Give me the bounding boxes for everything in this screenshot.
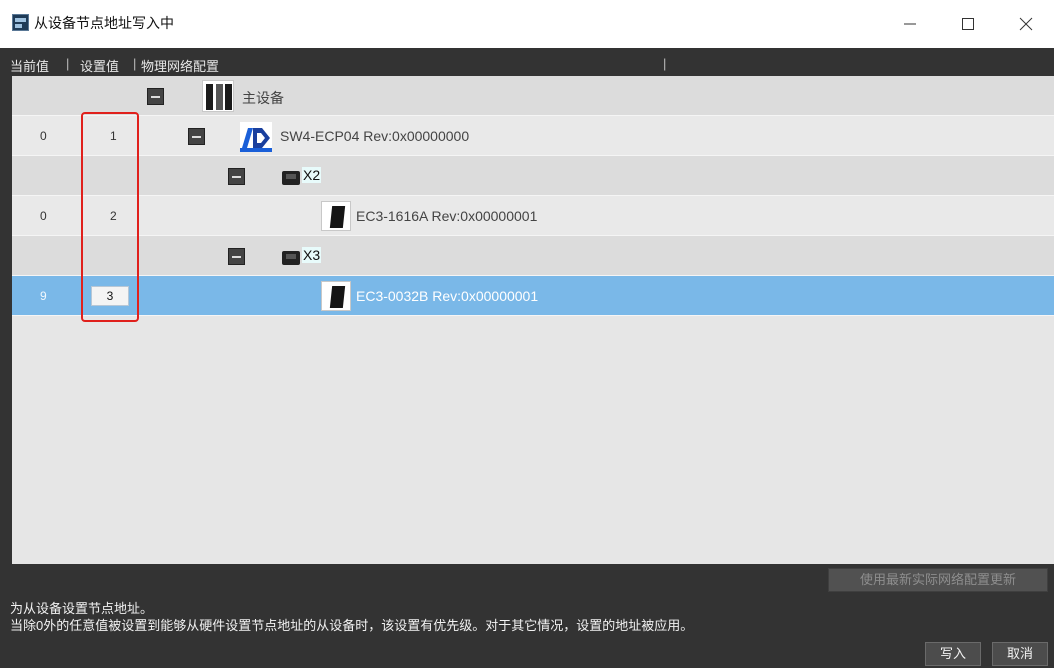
collapse-icon[interactable] (147, 88, 164, 105)
cancel-button[interactable]: 取消 (992, 642, 1048, 666)
slave-label: EC3-0032B Rev:0x00000001 (356, 288, 539, 304)
master-device-icon (202, 80, 234, 112)
table-row-slave-1[interactable]: 0 2 EC3-1616A Rev:0x00000001 (12, 196, 1054, 236)
column-divider[interactable]: | (133, 56, 136, 71)
title-bar: 从设备节点地址写入中 (0, 0, 1054, 48)
table-row-slave-2[interactable]: 9 3 EC3-0032B Rev:0x00000001 (12, 276, 1054, 316)
table-row-port-x3[interactable]: X3 (12, 236, 1054, 276)
table-row-master[interactable]: 主设备 (12, 76, 1054, 116)
io-module-icon (321, 281, 351, 311)
coupler-device-icon (240, 122, 272, 152)
column-setting: 设置值 (80, 59, 120, 74)
collapse-icon[interactable] (228, 248, 245, 265)
current-value: 0 (40, 129, 47, 143)
minimize-icon (904, 23, 916, 25)
column-divider[interactable]: | (663, 56, 666, 71)
minimize-button[interactable] (890, 10, 930, 38)
maximize-button[interactable] (948, 10, 988, 38)
maximize-icon (962, 18, 974, 30)
app-network-icon (12, 14, 29, 31)
column-config: 物理网络配置 (141, 59, 220, 74)
column-header-bar: 当前值 | 设置值 | 物理网络配置 | (0, 48, 1054, 76)
master-label: 主设备 (242, 90, 284, 106)
ethernet-port-icon (282, 171, 300, 185)
port-label: X2 (302, 167, 322, 183)
close-button[interactable] (1006, 10, 1046, 38)
coupler-label: SW4-ECP04 Rev:0x00000000 (280, 128, 470, 144)
description-line-2: 当除0外的任意值被设置到能够从硬件设置节点地址的从设备时，该设置有优先级。对于其… (10, 618, 694, 633)
update-from-network-button[interactable]: 使用最新实际网络配置更新 (828, 568, 1048, 592)
network-grid: 主设备 0 1 SW4-ECP04 Rev:0x00000000 X2 0 2 … (12, 76, 1054, 564)
window-title: 从设备节点地址写入中 (34, 15, 174, 31)
column-current: 当前值 (10, 59, 50, 74)
port-label: X3 (302, 247, 322, 263)
ethernet-port-icon (282, 251, 300, 265)
io-module-icon (321, 201, 351, 231)
table-row-coupler[interactable]: 0 1 SW4-ECP04 Rev:0x00000000 (12, 116, 1054, 156)
slave-label: EC3-1616A Rev:0x00000001 (356, 208, 538, 224)
column-divider[interactable]: | (66, 56, 69, 71)
write-button[interactable]: 写入 (925, 642, 981, 666)
current-value: 0 (40, 209, 47, 223)
close-icon (1019, 17, 1033, 31)
highlight-box (81, 112, 139, 322)
current-value: 9 (40, 289, 47, 303)
table-row-port-x2[interactable]: X2 (12, 156, 1054, 196)
collapse-icon[interactable] (228, 168, 245, 185)
collapse-icon[interactable] (188, 128, 205, 145)
